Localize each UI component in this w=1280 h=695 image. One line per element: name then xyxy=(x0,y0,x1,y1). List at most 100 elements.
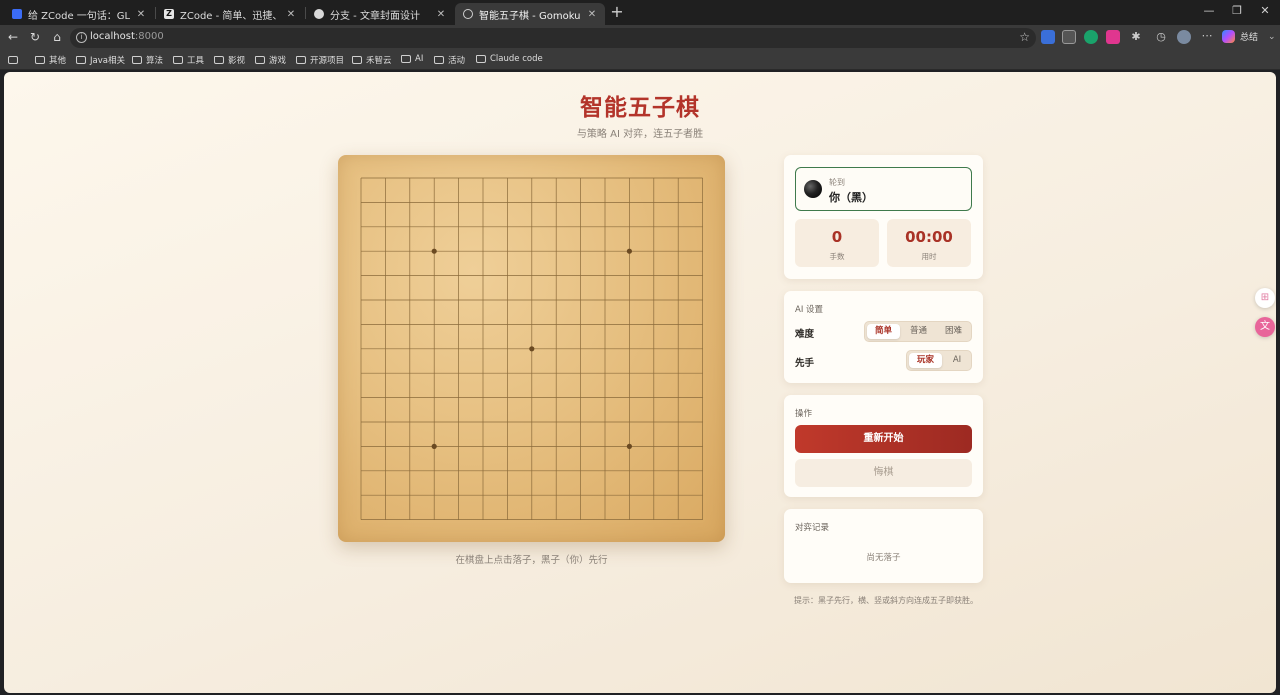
chevron-down-icon[interactable]: ⌄ xyxy=(1268,32,1276,42)
globe-favicon-icon xyxy=(463,9,473,19)
copilot-summary-button[interactable]: 总结 ⌄ xyxy=(1222,30,1276,43)
folder-icon xyxy=(173,56,183,64)
new-tab-button[interactable]: + xyxy=(608,4,626,22)
close-tab-icon[interactable]: ✕ xyxy=(436,9,446,20)
copilot-icon xyxy=(1222,30,1235,43)
bookmark-star-icon[interactable]: ☆ xyxy=(1019,30,1030,44)
star-point xyxy=(431,248,437,254)
difficulty-hard-option[interactable]: 困难 xyxy=(937,324,970,339)
gomoku-page: 智能五子棋 与策略 AI 对弈，连五子者胜 在棋盘上点击落子，黑子（你）先行 轮… xyxy=(4,72,1276,693)
url-text: localhost:8000 xyxy=(90,31,164,42)
sidebar-apps-icon[interactable]: ⊞ xyxy=(1255,288,1275,308)
empty-log-text: 尚无落子 xyxy=(866,553,901,563)
bookmark-folder[interactable]: 其他 xyxy=(35,54,66,66)
extension-translate-icon[interactable] xyxy=(1041,30,1055,44)
game-board[interactable] xyxy=(338,155,725,542)
bookmark-folder[interactable]: Claude code xyxy=(476,54,543,64)
moves-value: 0 xyxy=(831,228,843,246)
zcode-favicon-icon: Z xyxy=(164,9,174,19)
time-label: 用时 xyxy=(921,252,937,261)
first-move-selector: 玩家 AI xyxy=(906,350,972,371)
apps-icon[interactable] xyxy=(8,56,18,64)
history-icon[interactable]: ◷ xyxy=(1154,30,1168,44)
close-tab-icon[interactable]: ✕ xyxy=(136,9,146,20)
folder-icon xyxy=(35,56,45,64)
folder-icon xyxy=(476,55,486,63)
first-player-option[interactable]: 玩家 xyxy=(909,353,942,368)
star-point xyxy=(626,443,632,449)
bookmark-folder[interactable]: 活动 xyxy=(434,54,465,66)
difficulty-label: 难度 xyxy=(795,329,815,340)
tab-zcode-home[interactable]: Z ZCode - 简单、迅捷、氛围十足 ✕ xyxy=(156,3,304,25)
game-log-card: 对弈记录 尚无落子 xyxy=(784,509,983,583)
bookmark-folder[interactable]: 影视 xyxy=(214,54,245,66)
folder-icon xyxy=(214,56,224,64)
address-bar[interactable]: i localhost:8000 ☆ xyxy=(70,28,1036,48)
extension-green-icon[interactable] xyxy=(1084,30,1098,44)
document-favicon-icon xyxy=(12,9,22,19)
first-ai-option[interactable]: AI xyxy=(944,353,970,368)
extensions-puzzle-icon[interactable]: ✱ xyxy=(1129,30,1143,44)
tab-branch-cover[interactable]: 分支 - 文章封面设计 ✕ xyxy=(306,3,454,25)
bookmark-folder[interactable]: 开源项目 xyxy=(296,54,344,66)
black-stone-icon xyxy=(804,180,822,198)
bookmark-folder[interactable]: AI xyxy=(401,54,423,64)
difficulty-normal-option[interactable]: 普通 xyxy=(902,324,935,339)
extension-reader-icon[interactable] xyxy=(1062,30,1076,44)
folder-icon xyxy=(352,56,362,64)
bookmarks-bar: 其他 Java相关 算法 工具 影视 游戏 开源项目 禾智云 AI 活动 Cla… xyxy=(0,50,1280,70)
more-menu-icon[interactable]: ⋯ xyxy=(1200,30,1214,44)
difficulty-easy-option[interactable]: 简单 xyxy=(867,324,900,339)
minimize-icon[interactable]: — xyxy=(1199,4,1219,17)
extension-pink-icon[interactable] xyxy=(1106,30,1120,44)
turn-label: 轮到 xyxy=(829,178,845,187)
tab-zcode-article[interactable]: 给 ZCode 一句话：GLM-5.2 三分钟 ✕ xyxy=(4,3,154,25)
bookmark-folder[interactable]: 工具 xyxy=(173,54,204,66)
maximize-icon[interactable]: ❐ xyxy=(1227,4,1247,17)
folder-icon xyxy=(434,56,444,64)
page-title: 智能五子棋 xyxy=(580,94,700,121)
status-card: 轮到 你（黑） 0 手数 00:00 用时 xyxy=(784,155,983,279)
time-stat: 00:00 用时 xyxy=(887,219,971,267)
actions-card: 操作 重新开始 悔棋 xyxy=(784,395,983,497)
profile-avatar[interactable] xyxy=(1177,30,1191,44)
first-move-label: 先手 xyxy=(795,358,815,369)
bookmark-folder[interactable]: 禾智云 xyxy=(352,54,392,66)
section-title: 操作 xyxy=(795,409,813,419)
restart-button[interactable]: 重新开始 xyxy=(795,425,972,453)
folder-icon xyxy=(76,56,86,64)
star-point xyxy=(626,248,632,254)
folder-icon xyxy=(132,56,142,64)
undo-button[interactable]: 悔棋 xyxy=(795,459,972,487)
folder-icon xyxy=(401,55,411,63)
info-icon[interactable]: i xyxy=(76,32,87,43)
translate-icon[interactable]: 文 xyxy=(1255,317,1275,337)
turn-indicator: 轮到 你（黑） xyxy=(795,167,972,211)
bookmark-folder[interactable]: Java相关 xyxy=(76,54,125,66)
bookmark-folder[interactable]: 游戏 xyxy=(255,54,286,66)
folder-icon xyxy=(255,56,265,64)
turn-player: 你（黑） xyxy=(829,191,873,204)
home-icon[interactable]: ⌂ xyxy=(49,29,65,45)
tab-gomoku[interactable]: 智能五子棋 - Gomoku AI ✕ xyxy=(455,3,605,25)
time-value: 00:00 xyxy=(905,228,953,246)
close-window-icon[interactable]: ✕ xyxy=(1255,4,1275,17)
star-point xyxy=(431,443,437,449)
tab-title: 智能五子棋 - Gomoku AI xyxy=(479,10,581,22)
tab-title: 分支 - 文章封面设计 xyxy=(330,10,420,22)
openai-favicon-icon xyxy=(314,9,324,19)
close-tab-icon[interactable]: ✕ xyxy=(286,9,296,20)
close-tab-icon[interactable]: ✕ xyxy=(587,9,597,20)
section-title: 对弈记录 xyxy=(795,523,830,533)
tab-title: ZCode - 简单、迅捷、氛围十足 xyxy=(180,10,280,22)
browser-toolbar: ← ↻ ⌂ i localhost:8000 ☆ ✱ ◷ ⋯ 总结 ⌄ xyxy=(0,25,1280,50)
board-hint: 在棋盘上点击落子，黑子（你）先行 xyxy=(455,555,608,566)
reload-icon[interactable]: ↻ xyxy=(27,29,43,45)
bookmark-folder[interactable]: 算法 xyxy=(132,54,163,66)
back-icon[interactable]: ← xyxy=(5,29,21,45)
moves-stat: 0 手数 xyxy=(795,219,879,267)
rules-tip: 提示：黑子先行，横、竖或斜方向连成五子即获胜。 xyxy=(794,596,978,605)
board-grid[interactable] xyxy=(338,155,725,542)
folder-icon xyxy=(296,56,306,64)
page-subtitle: 与策略 AI 对弈，连五子者胜 xyxy=(576,129,704,140)
